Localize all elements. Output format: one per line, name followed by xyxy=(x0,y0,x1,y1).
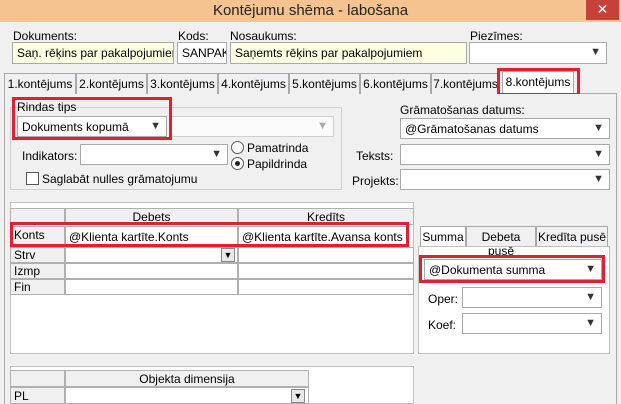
teksts-combo[interactable]: ▼ xyxy=(400,144,610,165)
tab-kontejums-7[interactable]: 7.kontējums xyxy=(431,73,500,94)
rindas-tips-highlight xyxy=(12,97,172,140)
indikators-label: Indikators: xyxy=(22,149,78,163)
chevron-down-icon: ▼ xyxy=(590,46,601,58)
pamatrinda-radio[interactable] xyxy=(231,141,244,154)
kods-label: Kods: xyxy=(178,29,209,43)
strv-dropdown-button[interactable]: ▼ xyxy=(221,248,235,262)
kods-field[interactable]: SANPAK xyxy=(177,42,227,64)
objekta-dimensija-header: Objekta dimensija xyxy=(65,370,309,387)
tab-debeta-puse[interactable]: Debeta pusē xyxy=(466,226,536,258)
row-label-izmp: Izmp xyxy=(10,263,65,279)
pl-dropdown-button[interactable]: ▼ xyxy=(291,389,305,403)
gramatosanas-datums-combo[interactable]: @Grāmatošanas datums ▼ xyxy=(400,118,610,139)
papildrinda-radio[interactable] xyxy=(231,157,244,170)
izmp-debets-cell[interactable] xyxy=(65,263,238,279)
tab-kredita-puse[interactable]: Kredīta pusē xyxy=(536,226,608,246)
fin-kredits-cell[interactable] xyxy=(238,279,414,295)
strv-kredits-cell[interactable] xyxy=(238,247,414,263)
tab-kontejums-1[interactable]: 1.kontējums xyxy=(4,73,76,94)
tab-kontejums-6[interactable]: 6.kontējums xyxy=(360,73,431,94)
nosaukums-label: Nosaukums: xyxy=(230,29,297,43)
konts-row-highlight xyxy=(10,222,409,247)
gramatosanas-datums-value: @Grāmatošanas datums xyxy=(405,122,539,136)
gramatosanas-datums-label: Grāmatošanas datums: xyxy=(400,103,525,117)
koef-combo[interactable]: ▼ xyxy=(462,313,602,334)
papildrinda-label: Papildrinda xyxy=(247,157,308,171)
row-label-fin: Fin xyxy=(10,279,65,295)
chevron-down-icon: ▼ xyxy=(585,317,596,329)
teksts-label: Teksts: xyxy=(356,149,394,163)
projekts-combo[interactable]: ▼ xyxy=(400,169,610,190)
tab-kontejums-4[interactable]: 4.kontējums xyxy=(218,73,289,94)
tab-kontejums-2[interactable]: 2.kontējums xyxy=(76,73,147,94)
tab-kontejums-3[interactable]: 3.kontējums xyxy=(147,73,218,94)
row-label-strv: Strv xyxy=(10,247,65,263)
dokuments-field[interactable]: Saņ. rēķins par pakalpojumiem xyxy=(12,42,174,64)
piezimes-label: Piezīmes: xyxy=(470,29,523,43)
nosaukums-field[interactable]: Saņemts rēķins par pakalpojumiem xyxy=(230,42,467,64)
chevron-down-icon: ▼ xyxy=(211,148,222,160)
indikators-combo[interactable]: ▼ xyxy=(80,144,228,165)
tab-summa[interactable]: Summa xyxy=(420,226,466,246)
dimensija-corner xyxy=(10,370,65,387)
projekts-label: Projekts: xyxy=(352,174,399,188)
fin-debets-cell[interactable] xyxy=(65,279,238,295)
dokuments-label: Dokuments: xyxy=(13,29,78,43)
title-bar: Kontējumu shēma - labošana ✕ xyxy=(0,0,621,22)
strv-debets-cell[interactable] xyxy=(65,247,238,263)
oper-label: Oper: xyxy=(428,292,459,306)
oper-combo[interactable]: ▼ xyxy=(462,287,602,308)
pamatrinda-label: Pamatrinda xyxy=(247,141,309,155)
saglabat-nulles-checkbox[interactable] xyxy=(26,172,39,185)
chevron-down-icon: ▼ xyxy=(317,120,328,132)
row-label-pl: PL xyxy=(10,387,65,404)
chevron-down-icon: ▼ xyxy=(593,148,604,160)
close-button[interactable]: ✕ xyxy=(586,0,619,20)
rindas-tips-secondary-combo: ▼ xyxy=(170,116,334,137)
koef-label: Koef: xyxy=(428,318,457,332)
tab-kontejums-5[interactable]: 5.kontējums xyxy=(289,73,360,94)
chevron-down-icon: ▼ xyxy=(593,122,604,134)
piezimes-combo[interactable]: ▼ xyxy=(469,42,607,64)
window-title: Kontējumu shēma - labošana xyxy=(212,2,409,19)
saglabat-nulles-label: Saglabāt nulles grāmatojumu xyxy=(42,172,198,186)
summa-highlight xyxy=(419,255,605,283)
active-tab-highlight xyxy=(497,68,580,96)
pl-value-cell[interactable] xyxy=(65,387,309,404)
chevron-down-icon: ▼ xyxy=(593,173,604,185)
chevron-down-icon: ▼ xyxy=(585,291,596,303)
izmp-kredits-cell[interactable] xyxy=(238,263,414,279)
